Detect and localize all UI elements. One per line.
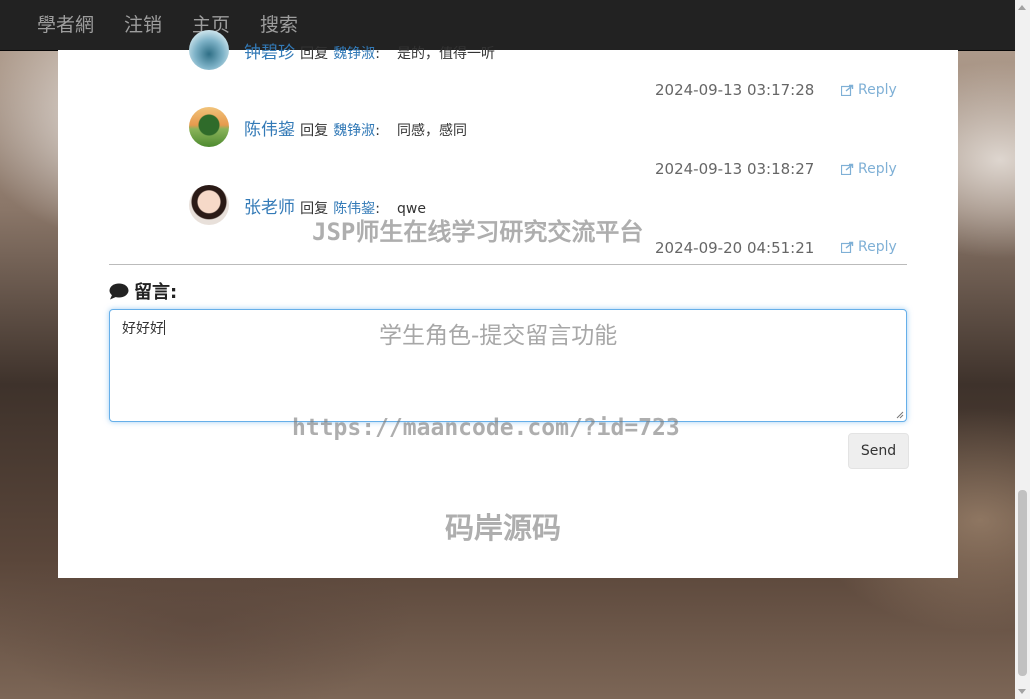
comment-icon [109,283,129,299]
divider [109,264,907,265]
avatar [189,185,229,225]
scroll-up-arrow-icon[interactable] [1018,5,1026,10]
reply-label: Reply [858,82,897,98]
comment-user[interactable]: 钟碧珍 [244,43,295,63]
avatar [189,30,229,70]
comment-body: qwe [397,201,426,217]
comment-body: 是的，值得一听 [397,46,495,62]
reply-link[interactable]: Reply [841,239,897,255]
comment-line: 陈伟鋆 回复 魏铮淑: 同感，感同 [244,115,467,140]
comment-colon: : [375,201,380,217]
navbar: 學者網 注销 主页 搜索 [0,0,1015,51]
comment-line: 钟碧珍 回复 魏铮淑: 是的，值得一听 [244,38,495,63]
scroll-thumb[interactable] [1018,490,1027,676]
reply-link[interactable]: Reply [841,161,897,177]
share-icon [841,84,854,96]
scrollbar[interactable] [1015,0,1030,699]
avatar [189,107,229,147]
send-button[interactable]: Send [848,433,909,469]
reply-label: Reply [858,161,897,177]
nav-logout[interactable]: 注销 [109,0,177,50]
comment-time: 2024-09-20 04:51:21 [655,239,815,257]
comment-time: 2024-09-13 03:18:27 [655,160,815,178]
comment-colon: : [375,46,380,62]
reply-word: 回复 [300,201,329,217]
reply-word: 回复 [300,46,329,62]
text-caret [164,320,165,335]
comment-user[interactable]: 张老师 [244,198,295,218]
share-icon [841,241,854,253]
comment-line: 张老师 回复 陈伟鋆: qwe [244,193,426,218]
comment-colon: : [375,123,380,139]
reply-link[interactable]: Reply [841,82,897,98]
reply-label: Reply [858,239,897,255]
content-panel: 钟碧珍 回复 魏铮淑: 是的，值得一听 2024-09-13 03:17:28 … [58,30,958,578]
scroll-down-arrow-icon[interactable] [1018,689,1026,694]
nav-brand[interactable]: 學者網 [0,0,109,50]
reply-target[interactable]: 魏铮淑 [333,123,375,139]
reply-word: 回复 [300,123,329,139]
reply-target[interactable]: 陈伟鋆 [333,201,375,217]
message-title: 留言: [134,282,178,303]
message-textarea[interactable]: 好好好 [109,309,907,422]
comment-user[interactable]: 陈伟鋆 [244,120,295,140]
message-heading: 留言: [109,278,177,304]
comment-body: 同感，感同 [397,123,467,139]
share-icon [841,163,854,175]
message-value: 好好好 [122,321,164,337]
comment-time: 2024-09-13 03:17:28 [655,81,815,99]
reply-target[interactable]: 魏铮淑 [333,46,375,62]
resize-handle-icon[interactable] [896,411,904,419]
